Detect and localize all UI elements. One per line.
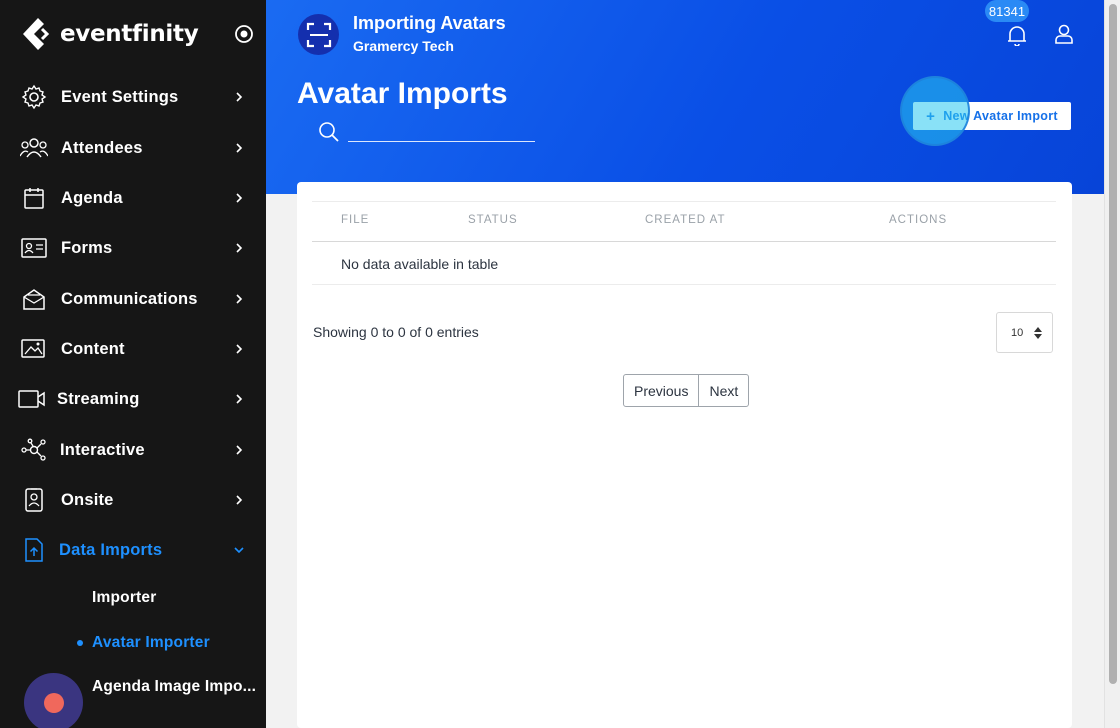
sidebar-subitem-avatar-importer[interactable]: Avatar Importer [92,634,210,652]
chevron-right-icon [236,92,243,102]
search-input[interactable] [348,118,535,142]
collapse-sidebar-icon[interactable] [234,24,254,44]
page-header: Importing Avatars Gramercy Tech 81341 Av… [266,0,1104,194]
column-header-file[interactable]: FILE [341,214,369,226]
chevron-right-icon [236,495,243,505]
chevron-right-icon [236,243,243,253]
page-size-value: 10 [1011,326,1024,339]
notification-count-badge: 81341 [985,0,1029,22]
plus-icon: + [926,107,936,125]
people-icon [20,134,48,162]
network-icon [20,436,48,464]
sidebar-item-label: Data Imports [59,540,163,559]
sidebar-item-data-imports[interactable]: Data Imports [0,528,266,572]
sidebar-item-label: Interactive [60,440,145,459]
column-header-created-at[interactable]: CREATED AT [645,214,726,226]
video-icon [18,385,46,413]
sidebar-item-label: Forms [61,238,113,257]
image-icon [20,335,48,363]
gear-icon [20,83,48,111]
app-title: Importing Avatars [353,13,506,33]
sort-arrows-icon [1034,327,1042,339]
bell-icon[interactable] [1006,24,1028,46]
sidebar-item-streaming[interactable]: Streaming [0,377,266,421]
search-icon [319,122,339,142]
chevron-right-icon [236,143,243,153]
sidebar-item-content[interactable]: Content [0,327,266,371]
sidebar-subitem-importer[interactable]: Importer [92,589,156,607]
eventfinity-logo-icon [23,18,50,50]
sidebar: eventfinity Event Settings Attendees Age… [0,0,266,728]
column-header-actions: ACTIONS [889,214,948,226]
active-indicator-dot [77,640,83,646]
brand-name: eventfinity [60,21,199,47]
sidebar-item-agenda[interactable]: Agenda [0,176,266,220]
sidebar-item-event-settings[interactable]: Event Settings [0,75,266,119]
sidebar-item-communications[interactable]: Communications [0,277,266,321]
chevron-right-icon [236,193,243,203]
new-avatar-import-button[interactable]: + New Avatar Import [913,102,1071,130]
chevron-right-icon [236,344,243,354]
record-button[interactable] [24,673,83,728]
sidebar-item-label: Streaming [57,389,140,408]
next-page-button[interactable]: Next [698,375,748,406]
table-row: No data available in table [312,242,1056,285]
scan-frame-icon [306,22,331,47]
chevron-right-icon [236,294,243,304]
file-upload-icon [20,536,48,564]
sidebar-subitem-agenda-image-importer[interactable]: Agenda Image Impo... [92,678,256,696]
page-scrollbar[interactable] [1104,0,1120,728]
sidebar-item-label: Content [61,339,125,358]
page-title: Avatar Imports [297,77,508,110]
sidebar-item-forms[interactable]: Forms [0,226,266,270]
chevron-right-icon [236,394,243,404]
sidebar-item-label: Attendees [61,138,143,157]
page-size-select[interactable]: 10 [996,312,1053,353]
form-icon [20,234,48,262]
mail-icon [20,285,48,313]
table-header: FILE STATUS CREATED AT ACTIONS [312,201,1056,242]
user-icon[interactable] [1054,23,1074,45]
app-avatar [298,14,339,55]
sidebar-item-label: Onsite [61,490,114,509]
scrollbar-thumb[interactable] [1109,4,1117,684]
sidebar-item-label: Event Settings [61,87,179,106]
app-subtitle: Gramercy Tech [353,38,454,54]
column-header-status[interactable]: STATUS [468,214,518,226]
chevron-down-icon [234,547,244,554]
sidebar-item-onsite[interactable]: Onsite [0,478,266,522]
new-avatar-import-label: New Avatar Import [943,109,1058,123]
badge-icon [20,486,48,514]
sidebar-item-interactive[interactable]: Interactive [0,428,266,472]
previous-page-button[interactable]: Previous [624,375,698,406]
chevron-right-icon [236,445,243,455]
record-dot-icon [43,692,64,713]
table-info: Showing 0 to 0 of 0 entries [313,324,479,340]
calendar-icon [20,184,48,212]
imports-card: FILE STATUS CREATED AT ACTIONS No data a… [297,182,1072,728]
pagination: Previous Next [623,374,750,407]
sidebar-item-label: Agenda [61,188,123,207]
imports-table: FILE STATUS CREATED AT ACTIONS No data a… [312,201,1056,285]
sidebar-item-label: Communications [61,289,198,308]
brand-logo[interactable]: eventfinity [22,17,199,51]
empty-table-message: No data available in table [341,256,499,272]
sidebar-item-attendees[interactable]: Attendees [0,126,266,170]
